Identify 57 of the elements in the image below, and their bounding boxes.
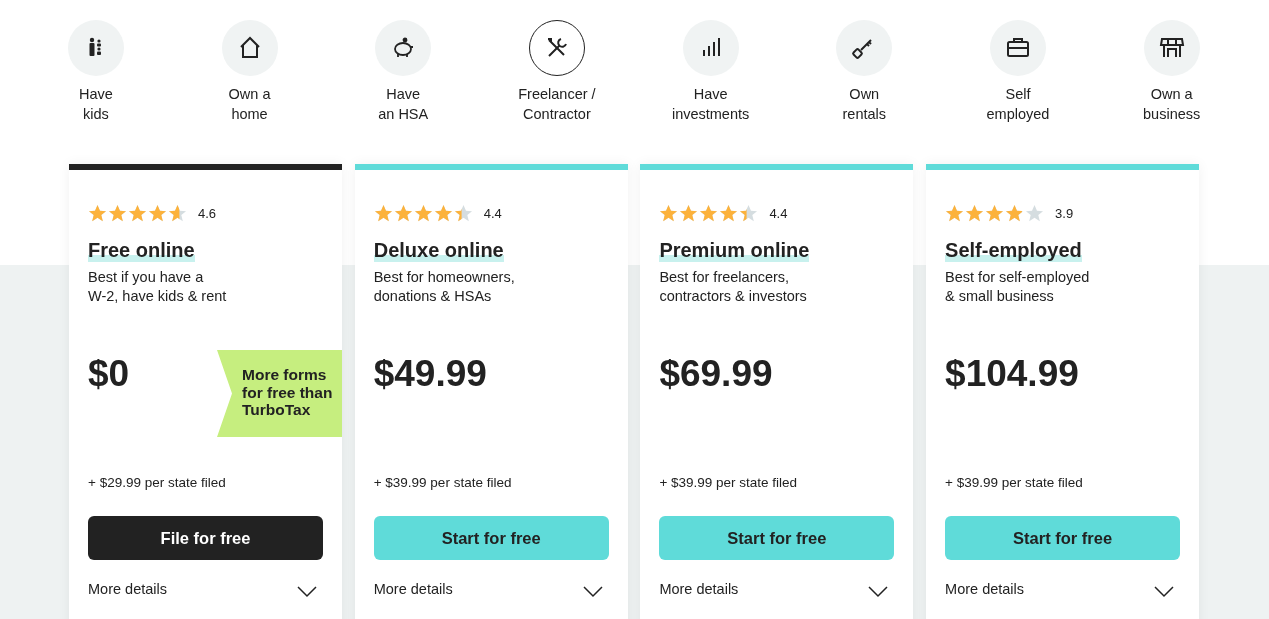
more-details-link[interactable]: More details xyxy=(945,581,1025,597)
start-button[interactable]: Start for free xyxy=(945,516,1181,560)
rating-value: 4.6 xyxy=(198,205,217,221)
state-fee: + $39.99 per state filed xyxy=(659,474,798,492)
star-icon xyxy=(128,203,147,223)
star-icon xyxy=(453,203,473,223)
plan-description: Best for self-employed & small business xyxy=(945,268,1090,306)
promo-badge: More forms for free than TurboTax xyxy=(217,350,342,437)
more-details-link[interactable]: More details xyxy=(373,581,453,597)
chevron-down-icon[interactable] xyxy=(582,586,603,598)
filter-option[interactable]: Have an HSA xyxy=(326,20,481,124)
plan-description: Best for freelancers, contractors & investors xyxy=(659,268,807,306)
chevron-down-icon[interactable] xyxy=(1154,586,1175,598)
star-icon xyxy=(739,203,759,223)
plan-description: Best for homeowners, donations & HSAs xyxy=(373,268,515,306)
star-icon xyxy=(108,203,127,223)
rating-value: 3.9 xyxy=(1055,205,1074,221)
plan-description: Best if you have a W-2, have kids & rent xyxy=(88,268,227,306)
filter-option[interactable]: Own rentals xyxy=(787,20,942,124)
more-details-link[interactable]: More details xyxy=(88,581,167,597)
star-icon xyxy=(168,203,187,223)
state-fee: + $29.99 per state filed xyxy=(88,474,226,492)
chevron-down-icon[interactable] xyxy=(297,586,317,598)
filter-option[interactable]: Freelancer / Contractor xyxy=(480,20,634,124)
filter-option[interactable]: Have kids xyxy=(19,20,173,124)
star-icon xyxy=(373,203,393,223)
star-icon xyxy=(1025,203,1045,223)
plan-price: $104.99 xyxy=(945,354,1079,394)
filter-option[interactable]: Self employed xyxy=(941,20,1095,124)
star-icon xyxy=(965,203,985,223)
start-button[interactable]: Start for free xyxy=(373,516,609,560)
star-icon xyxy=(679,203,699,223)
star-icon xyxy=(88,203,107,223)
state-fee: + $39.99 per state filed xyxy=(945,474,1083,492)
star-icon xyxy=(985,203,1005,223)
rating-value: 4.4 xyxy=(769,205,788,221)
chevron-down-icon[interactable] xyxy=(868,586,889,598)
star-icon xyxy=(699,203,719,223)
more-details-link[interactable]: More details xyxy=(659,581,739,597)
plan-price: $49.99 xyxy=(373,354,487,394)
star-icon xyxy=(945,203,965,223)
plan-price: $69.99 xyxy=(659,354,773,394)
state-fee: + $39.99 per state filed xyxy=(373,474,512,492)
start-button[interactable]: File for free xyxy=(88,516,323,560)
rating-value: 4.4 xyxy=(483,205,502,221)
star-icon xyxy=(433,203,453,223)
star-icon xyxy=(1005,203,1025,223)
star-icon xyxy=(659,203,679,223)
start-button[interactable]: Start for free xyxy=(659,516,895,560)
star-icon xyxy=(148,203,167,223)
filter-option[interactable]: Have investments xyxy=(633,20,788,124)
filter-option[interactable]: Own a business xyxy=(1094,20,1249,124)
star-icon xyxy=(719,203,739,223)
plan-price: $0 xyxy=(88,354,130,394)
star-icon xyxy=(393,203,413,223)
filter-option[interactable]: Own a home xyxy=(172,20,327,124)
star-icon xyxy=(413,203,433,223)
